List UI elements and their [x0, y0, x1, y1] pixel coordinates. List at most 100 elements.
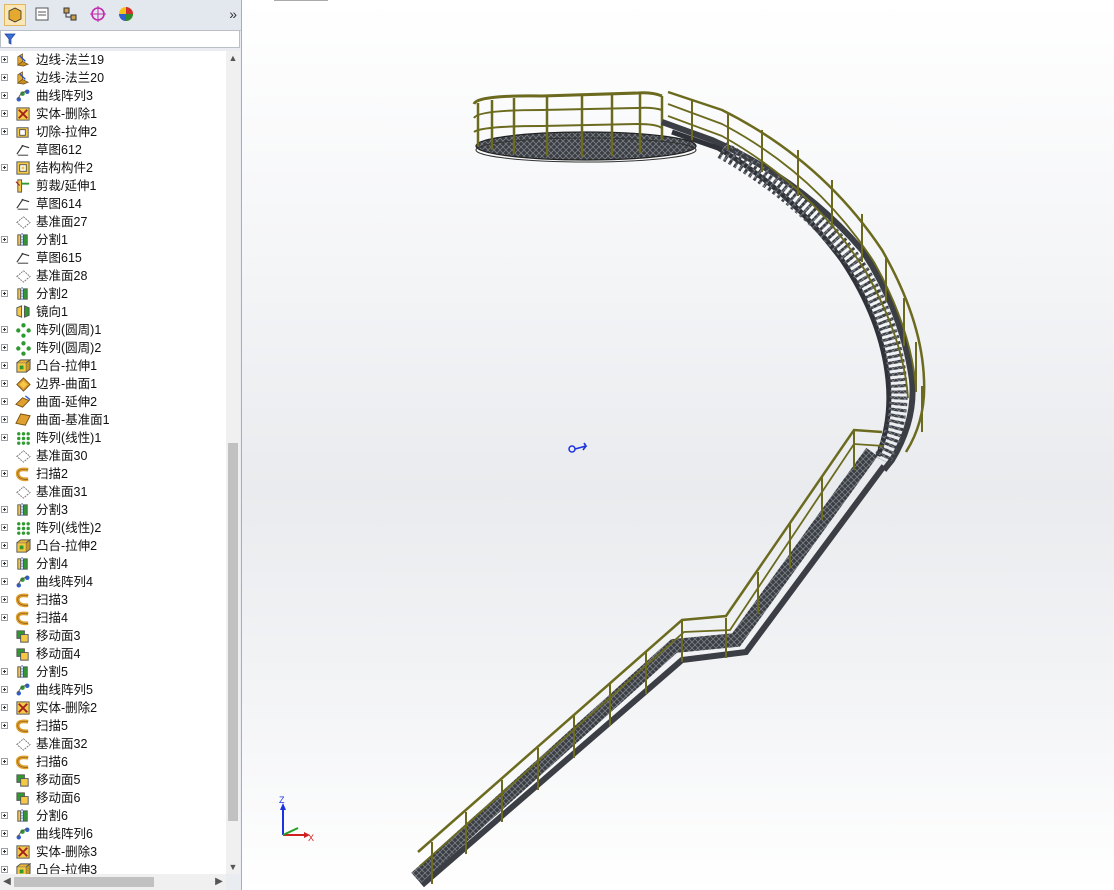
tree-item[interactable]: 阵列(线性)2: [0, 519, 226, 537]
tree-item[interactable]: 凸台-拉伸2: [0, 537, 226, 555]
expand-toggle-icon[interactable]: [1, 704, 8, 711]
feature-manager-tab[interactable]: [4, 4, 26, 26]
tree-item[interactable]: 移动面4: [0, 645, 226, 663]
configuration-manager-tab[interactable]: [60, 4, 82, 26]
expand-toggle-icon[interactable]: [1, 722, 8, 729]
expand-toggle-icon[interactable]: [1, 470, 8, 477]
expand-toggle-icon[interactable]: [1, 398, 8, 405]
tree-horizontal-scrollbar[interactable]: ◀ ▶: [0, 874, 226, 890]
scroll-up-arrow-icon[interactable]: ▲: [226, 51, 240, 65]
scroll-right-arrow-icon[interactable]: ▶: [212, 874, 226, 890]
tree-item[interactable]: 曲线阵列5: [0, 681, 226, 699]
expand-toggle-icon[interactable]: [1, 506, 8, 513]
tree-item[interactable]: 基准面30: [0, 447, 226, 465]
expand-more-tabs-button[interactable]: »: [229, 6, 237, 22]
expand-toggle-icon[interactable]: [1, 164, 8, 171]
tree-item[interactable]: 分割2: [0, 285, 226, 303]
tree-item[interactable]: 镜向1: [0, 303, 226, 321]
tree-item[interactable]: 凸台-拉伸3: [0, 861, 226, 874]
tree-vertical-scrollbar[interactable]: ▲ ▼: [226, 51, 240, 874]
tree-item[interactable]: 基准面31: [0, 483, 226, 501]
tree-item[interactable]: 扫描6: [0, 753, 226, 771]
expand-toggle-icon[interactable]: [1, 128, 8, 135]
tree-item[interactable]: 曲面-基准面1: [0, 411, 226, 429]
tree-item[interactable]: 扫描4: [0, 609, 226, 627]
expand-toggle-icon[interactable]: [1, 866, 8, 873]
expand-toggle-icon[interactable]: [1, 830, 8, 837]
scroll-thumb-horizontal[interactable]: [14, 877, 154, 887]
tree-item[interactable]: 草图614: [0, 195, 226, 213]
tree-item[interactable]: 阵列(圆周)1: [0, 321, 226, 339]
expand-toggle-icon[interactable]: [1, 416, 8, 423]
tree-item[interactable]: 移动面6: [0, 789, 226, 807]
tree-item[interactable]: 移动面3: [0, 627, 226, 645]
tree-item[interactable]: 分割4: [0, 555, 226, 573]
tree-item[interactable]: 边界-曲面1: [0, 375, 226, 393]
expand-toggle-icon[interactable]: [1, 524, 8, 531]
dimxpert-tab[interactable]: [88, 4, 110, 26]
expand-toggle-icon[interactable]: [1, 542, 8, 549]
tree-item[interactable]: 曲线阵列6: [0, 825, 226, 843]
tree-item[interactable]: 基准面28: [0, 267, 226, 285]
delete-body-icon: [16, 845, 30, 859]
expand-toggle-icon[interactable]: [1, 290, 8, 297]
tree-item[interactable]: 基准面32: [0, 735, 226, 753]
expand-toggle-icon[interactable]: [1, 668, 8, 675]
expand-toggle-icon[interactable]: [1, 380, 8, 387]
tree-item[interactable]: 移动面5: [0, 771, 226, 789]
sweep-icon: [15, 755, 29, 770]
expand-toggle-icon[interactable]: [1, 74, 8, 81]
tree-item[interactable]: 曲线阵列3: [0, 87, 226, 105]
tree-item[interactable]: 分割5: [0, 663, 226, 681]
tree-item-label: 草图612: [36, 143, 82, 157]
curve-pattern-icon: [16, 683, 30, 696]
tree-item[interactable]: 曲线阵列4: [0, 573, 226, 591]
expand-toggle-icon[interactable]: [1, 236, 8, 243]
tree-item[interactable]: 扫描3: [0, 591, 226, 609]
tree-item[interactable]: 分割6: [0, 807, 226, 825]
expand-toggle-icon[interactable]: [1, 560, 8, 567]
tree-item[interactable]: 草图615: [0, 249, 226, 267]
tree-item[interactable]: 结构构件2: [0, 159, 226, 177]
tree-item[interactable]: 分割1: [0, 231, 226, 249]
expand-toggle-icon[interactable]: [1, 56, 8, 63]
property-manager-tab[interactable]: [32, 4, 54, 26]
expand-toggle-icon[interactable]: [1, 848, 8, 855]
circular-pattern-icon: [16, 341, 31, 356]
tree-item[interactable]: 凸台-拉伸1: [0, 357, 226, 375]
expand-toggle-icon[interactable]: [1, 110, 8, 117]
tree-item[interactable]: 草图612: [0, 141, 226, 159]
tree-item[interactable]: 实体-删除2: [0, 699, 226, 717]
expand-toggle-icon[interactable]: [1, 614, 8, 621]
graphics-viewport[interactable]: Z X: [242, 0, 1114, 890]
scroll-thumb[interactable]: [228, 443, 238, 821]
scroll-left-arrow-icon[interactable]: ◀: [0, 874, 14, 890]
tree-item[interactable]: 边线-法兰19: [0, 51, 226, 69]
display-manager-tab[interactable]: [116, 4, 138, 26]
scroll-down-arrow-icon[interactable]: ▼: [226, 860, 240, 874]
tree-item[interactable]: 实体-删除3: [0, 843, 226, 861]
expand-toggle-icon[interactable]: [1, 326, 8, 333]
tree-item[interactable]: 曲面-延伸2: [0, 393, 226, 411]
tree-item[interactable]: 扫描5: [0, 717, 226, 735]
tree-item[interactable]: 剪裁/延伸1: [0, 177, 226, 195]
tree-item[interactable]: 分割3: [0, 501, 226, 519]
expand-toggle-icon[interactable]: [1, 812, 8, 819]
tree-item[interactable]: 切除-拉伸2: [0, 123, 226, 141]
expand-toggle-icon[interactable]: [1, 344, 8, 351]
sweep-icon: [15, 593, 29, 608]
expand-toggle-icon[interactable]: [1, 362, 8, 369]
expand-toggle-icon[interactable]: [1, 92, 8, 99]
tree-item[interactable]: 实体-删除1: [0, 105, 226, 123]
expand-toggle-icon[interactable]: [1, 434, 8, 441]
expand-toggle-icon[interactable]: [1, 758, 8, 765]
tree-item[interactable]: 扫描2: [0, 465, 226, 483]
tree-item[interactable]: 阵列(圆周)2: [0, 339, 226, 357]
tree-item[interactable]: 边线-法兰20: [0, 69, 226, 87]
expand-toggle-icon[interactable]: [1, 596, 8, 603]
filter-bar[interactable]: [0, 30, 240, 48]
tree-item[interactable]: 阵列(线性)1: [0, 429, 226, 447]
expand-toggle-icon[interactable]: [1, 686, 8, 693]
tree-item[interactable]: 基准面27: [0, 213, 226, 231]
expand-toggle-icon[interactable]: [1, 578, 8, 585]
